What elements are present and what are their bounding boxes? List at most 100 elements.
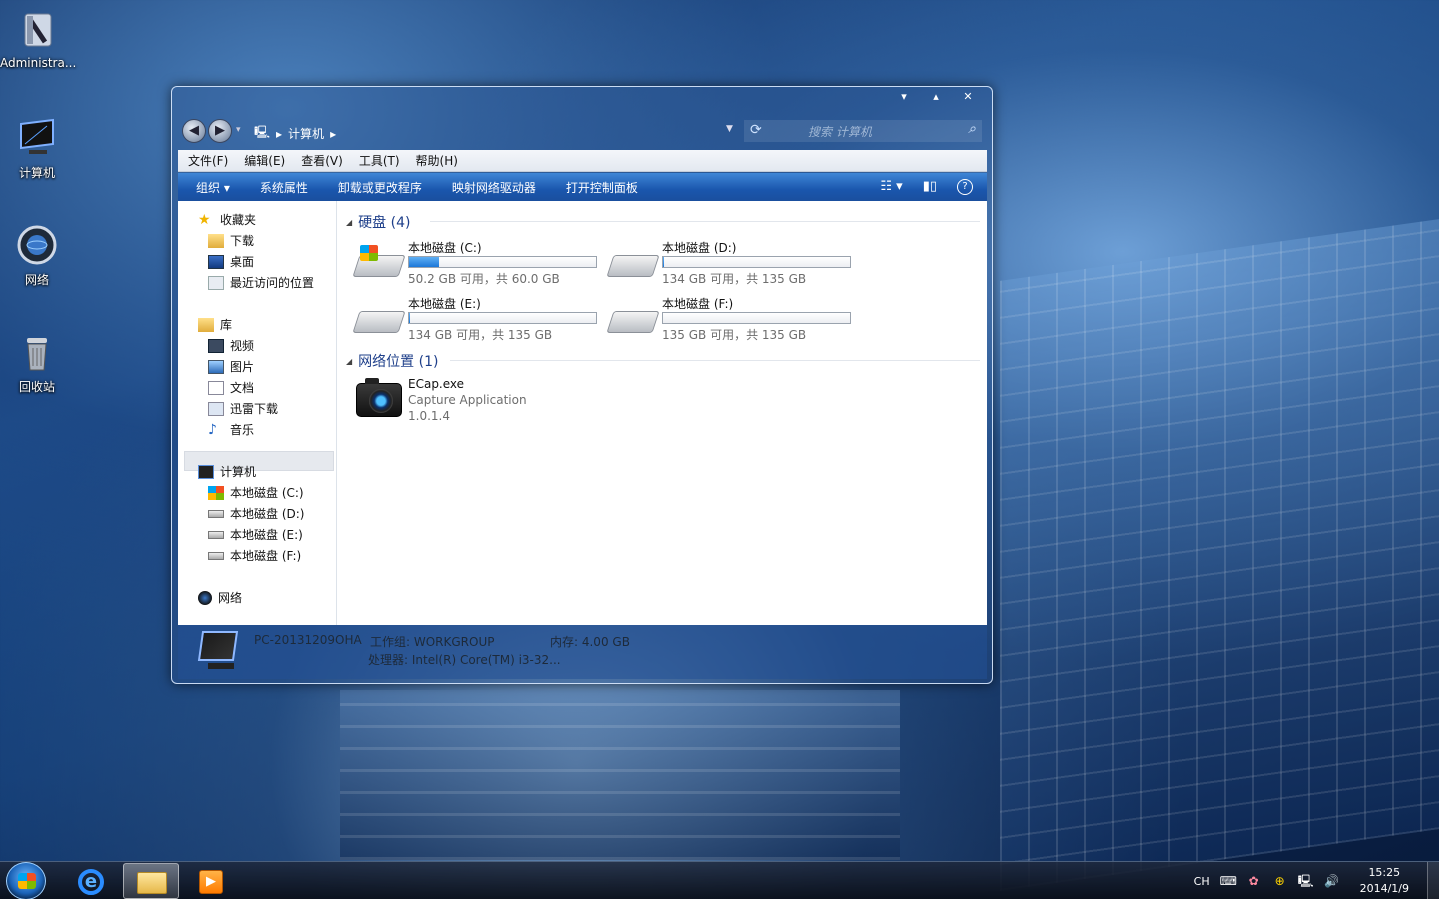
recent-places-icon [208,275,224,290]
pictures-icon [208,359,224,374]
breadcrumb-computer[interactable]: 计算机 [288,125,324,142]
nav-item-pictures[interactable]: 图片 [208,358,254,375]
network-icon [15,223,59,267]
taskbar-explorer[interactable] [123,863,179,899]
nav-favorites[interactable]: ★ 收藏夹 [198,211,256,228]
open-control-panel-button[interactable]: 打开控制面板 [566,179,638,196]
user-folder-icon [15,8,59,52]
desktop-icon-label: 回收站 [18,380,55,394]
taskbar-internet-explorer[interactable]: e [62,863,118,899]
close-button[interactable]: ✕ [954,89,982,105]
recent-pages-dropdown-icon[interactable]: ▾ [236,125,241,135]
network-tray-icon[interactable]: 🖳 [1298,873,1314,889]
workgroup: 工作组: WORKGROUP [370,635,495,649]
nav-label: 库 [220,318,233,332]
drive-tile[interactable]: 本地磁盘 (D:) 134 GB 可用，共 135 GB [606,239,860,289]
collapse-arrow-icon[interactable]: ◢ [346,357,352,366]
nav-item-recent[interactable]: 最近访问的位置 [208,274,314,291]
hard-drive-icon [208,551,224,560]
preview-pane-icon[interactable]: ▮▯ [923,179,937,195]
nav-item-drive-c[interactable]: 本地磁盘 (C:) [208,484,304,501]
hard-drive-icon [606,255,660,277]
drive-info: 134 GB 可用，共 135 GB [662,272,807,286]
language-indicator[interactable]: CH [1194,875,1210,888]
menu-tools[interactable]: 工具(T) [359,152,400,169]
music-icon: ♪ [208,421,217,438]
group-header-label: 硬盘 (4) [358,215,411,231]
change-view-icon[interactable]: ☷ ▾ [880,179,902,195]
plus-circle-icon[interactable]: ⊕ [1272,873,1288,889]
search-icon[interactable]: ⌕ [968,121,976,137]
desktop-icon-administrator[interactable]: Administra... [0,8,76,70]
collapse-arrow-icon[interactable]: ◢ [346,218,352,227]
explorer-window[interactable]: ▾ ▴ ✕ ◀ ▶ ▾ 🖳 ▸ 计算机 ▸ ▼ ⟳ 搜索 计算机 ⌕ 文件(F)… [171,86,993,684]
network-item-version: 1.0.1.4 [408,409,450,423]
group-header-hdd[interactable]: ◢ 硬盘 (4) [346,212,410,232]
desktop-icon-computer[interactable]: 计算机 [0,116,74,181]
nav-label: 迅雷下载 [230,402,279,416]
documents-icon [208,380,224,395]
back-button[interactable]: ◀ [182,119,206,143]
nav-label: 最近访问的位置 [230,276,315,290]
nav-item-xunlei[interactable]: 迅雷下载 [208,400,278,417]
star-icon: ★ [198,211,211,228]
group-header-network[interactable]: ◢ 网络位置 (1) [346,351,438,371]
folder-icon [137,872,167,894]
breadcrumb[interactable]: 🖳 ▸ 计算机 ▸ [254,123,336,144]
computer-icon [197,631,239,661]
taskbar-media-player[interactable]: ▶ [182,863,238,899]
drive-tile[interactable]: 本地磁盘 (E:) 134 GB 可用，共 135 GB [352,295,606,345]
clock-time: 15:25 [1368,866,1401,879]
nav-item-music[interactable]: ♪ 音乐 [208,421,254,438]
address-row: ◀ ▶ ▾ 🖳 ▸ 计算机 ▸ ▼ ⟳ 搜索 计算机 ⌕ [180,117,986,145]
search-input[interactable]: ▼ ⟳ 搜索 计算机 ⌕ [726,120,982,142]
nav-item-drive-d[interactable]: 本地磁盘 (D:) [208,505,304,522]
menu-view[interactable]: 查看(V) [301,152,343,169]
breadcrumb-separator-icon: ▸ [330,126,337,141]
help-icon[interactable]: ? [957,179,973,195]
nav-libraries[interactable]: 库 [198,316,232,333]
drive-info: 135 GB 可用，共 135 GB [662,328,807,342]
drive-tile[interactable]: 本地磁盘 (F:) 135 GB 可用，共 135 GB [606,295,860,345]
menu-file[interactable]: 文件(F) [188,152,228,169]
nav-computer[interactable]: 计算机 [198,463,256,480]
taskbar: e ▶ CH ⌨ ✿ ⊕ 🖳 🔊 15:25 2014/1/9 [0,861,1439,899]
drive-usage-bar [662,312,851,324]
forward-button[interactable]: ▶ [208,119,232,143]
show-desktop-button[interactable] [1427,862,1439,899]
nav-item-downloads[interactable]: 下载 [208,232,254,249]
nav-item-videos[interactable]: 视频 [208,337,254,354]
menu-edit[interactable]: 编辑(E) [244,152,285,169]
clock[interactable]: 15:25 2014/1/9 [1360,865,1409,897]
refresh-icon[interactable]: ⟳ [750,122,762,138]
desktop-icon-network[interactable]: 网络 [0,223,74,288]
input-method-icon[interactable]: ✿ [1246,873,1262,889]
hard-drive-icon [208,530,224,539]
maximize-button[interactable]: ▴ [922,89,950,105]
nav-item-desktop[interactable]: 桌面 [208,253,254,270]
nav-item-drive-f[interactable]: 本地磁盘 (F:) [208,547,301,564]
menu-help[interactable]: 帮助(H) [416,152,458,169]
clock-date: 2014/1/9 [1359,882,1409,895]
desktop-icon-recycle-bin[interactable]: 回收站 [0,330,74,395]
uninstall-program-button[interactable]: 卸载或更改程序 [338,179,422,196]
drive-name: 本地磁盘 (E:) [408,297,481,311]
map-network-drive-button[interactable]: 映射网络驱动器 [452,179,536,196]
nav-item-drive-e[interactable]: 本地磁盘 (E:) [208,526,303,543]
nav-label: 桌面 [230,255,255,269]
wallpaper-building [1000,219,1439,891]
keyboard-icon[interactable]: ⌨ [1220,873,1237,889]
start-button[interactable] [6,862,46,899]
drive-tile[interactable]: 本地磁盘 (C:) 50.2 GB 可用，共 60.0 GB [352,239,606,289]
organize-button[interactable]: 组织 ▾ [196,179,230,196]
address-dropdown-icon[interactable]: ▼ [726,124,733,134]
nav-network[interactable]: 网络 [198,589,242,606]
drive-usage-fill [409,313,411,323]
volume-icon[interactable]: 🔊 [1324,873,1340,889]
nav-label: 收藏夹 [220,213,257,227]
system-properties-button[interactable]: 系统属性 [260,179,308,196]
drive-info: 50.2 GB 可用，共 60.0 GB [408,272,560,286]
minimize-button[interactable]: ▾ [890,89,918,105]
nav-item-documents[interactable]: 文档 [208,379,254,396]
nav-label: 本地磁盘 (F:) [230,549,302,563]
